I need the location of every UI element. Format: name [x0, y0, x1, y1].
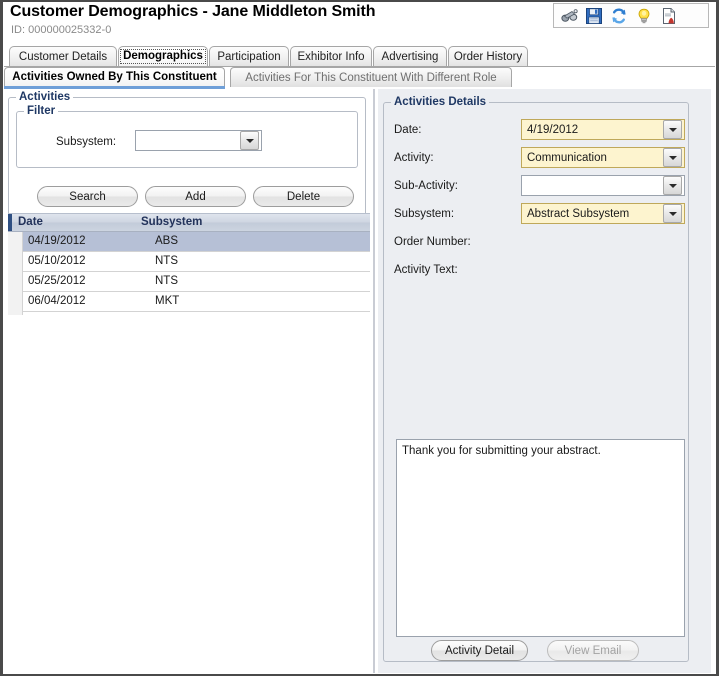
tab-label: Advertising [381, 50, 439, 63]
subtab-activities-owned[interactable]: Activities Owned By This Constituent [4, 67, 225, 87]
activities-group-title: Activities [16, 91, 74, 103]
chevron-down-icon[interactable] [663, 204, 682, 223]
tab-customer-details[interactable]: Customer Details [9, 46, 117, 66]
tab-label: Order History [453, 50, 523, 63]
sub-activity-label: Sub-Activity: [394, 180, 458, 192]
subtab-activities-different-role[interactable]: Activities For This Constituent With Dif… [230, 67, 512, 87]
search-button[interactable]: Search [37, 186, 138, 207]
customer-id-label: ID: 000000025332-0 [11, 24, 112, 36]
subsystem-value: Abstract Subsystem [527, 207, 630, 220]
table-row[interactable]: 05/25/2012 NTS [8, 272, 371, 292]
page-title: Customer Demographics - Jane Middleton S… [10, 3, 376, 20]
filter-subsystem-select[interactable] [135, 130, 262, 151]
tab-label: Customer Details [18, 50, 108, 63]
add-button[interactable]: Add [145, 186, 246, 207]
grid-row-indicator-column [8, 230, 23, 315]
activity-detail-button[interactable]: Activity Detail [431, 640, 528, 661]
table-row[interactable]: 04/19/2012 ABS [8, 232, 371, 252]
order-number-label: Order Number: [394, 236, 471, 248]
activity-label: Activity: [394, 152, 434, 164]
grid-header-subsystem: Subsystem [141, 216, 203, 228]
tab-participation[interactable]: Participation [209, 46, 289, 66]
table-row[interactable]: 05/10/2012 NTS [8, 252, 371, 272]
activities-details-group-title: Activities Details [391, 96, 490, 108]
cell-date: 04/19/2012 [28, 235, 86, 247]
sub-tabstrip: Activities Owned By This Constituent Act… [4, 67, 715, 88]
activity-text-area[interactable]: Thank you for submitting your abstract. [396, 439, 685, 637]
sub-activity-select[interactable] [521, 175, 685, 196]
subtab-label: Activities For This Constituent With Dif… [245, 71, 497, 84]
refresh-icon[interactable] [609, 6, 629, 26]
tab-exhibitor-info[interactable]: Exhibitor Info [290, 46, 372, 66]
cell-subsystem: ABS [155, 235, 179, 247]
activities-grid: Date Subsystem 04/19/2012 ABS 05/10/2012… [8, 213, 371, 315]
window-border-left [0, 0, 3, 676]
cell-subsystem: NTS [155, 255, 178, 267]
main-tabstrip: Customer Details Demographics Participat… [4, 46, 715, 67]
cell-date: 05/10/2012 [28, 255, 86, 267]
cell-subsystem: MKT [155, 295, 180, 307]
grid-header-row: Date Subsystem [8, 213, 371, 232]
cell-date: 06/04/2012 [28, 295, 86, 307]
view-email-button: View Email [547, 640, 639, 661]
subsystem-label: Subsystem: [394, 208, 455, 220]
activity-text-value: Thank you for submitting your abstract. [402, 445, 601, 457]
cell-subsystem: NTS [155, 275, 178, 287]
activity-value: Communication [527, 151, 607, 164]
application-window: Customer Demographics - Jane Middleton S… [0, 0, 719, 676]
tab-advertising[interactable]: Advertising [373, 46, 447, 66]
date-select[interactable]: 4/19/2012 [521, 119, 685, 140]
lightbulb-icon[interactable] [634, 6, 654, 26]
cell-date: 05/25/2012 [28, 275, 86, 287]
date-label: Date: [394, 124, 422, 136]
page-header: Customer Demographics - Jane Middleton S… [3, 2, 716, 46]
date-value: 4/19/2012 [527, 123, 579, 136]
chevron-down-icon[interactable] [663, 120, 682, 139]
filter-subsystem-label: Subsystem: [56, 136, 117, 148]
activity-select[interactable]: Communication [521, 147, 685, 168]
binoculars-icon[interactable] [559, 6, 579, 26]
activity-text-label: Activity Text: [394, 264, 458, 276]
chevron-down-icon[interactable] [240, 131, 259, 150]
tab-label: Participation [217, 50, 281, 63]
subtab-label: Activities Owned By This Constituent [12, 71, 217, 83]
chevron-down-icon[interactable] [663, 148, 682, 167]
tab-order-history[interactable]: Order History [448, 46, 528, 66]
filter-group-title: Filter [24, 105, 59, 117]
pane-splitter[interactable] [370, 89, 378, 673]
save-icon[interactable] [584, 6, 604, 26]
delete-button[interactable]: Delete [253, 186, 354, 207]
tab-demographics[interactable]: Demographics [118, 46, 208, 66]
report-icon[interactable] [659, 6, 679, 26]
table-row[interactable]: 06/04/2012 MKT [8, 292, 371, 312]
chevron-down-icon[interactable] [663, 176, 682, 195]
tab-label: Exhibitor Info [297, 50, 365, 63]
subsystem-select[interactable]: Abstract Subsystem [521, 203, 685, 224]
tab-label: Demographics [120, 49, 206, 64]
left-panel: Activities Filter Subsystem: Search Add … [4, 89, 371, 673]
grid-header-date: Date [18, 216, 43, 228]
toolbar [553, 3, 709, 28]
